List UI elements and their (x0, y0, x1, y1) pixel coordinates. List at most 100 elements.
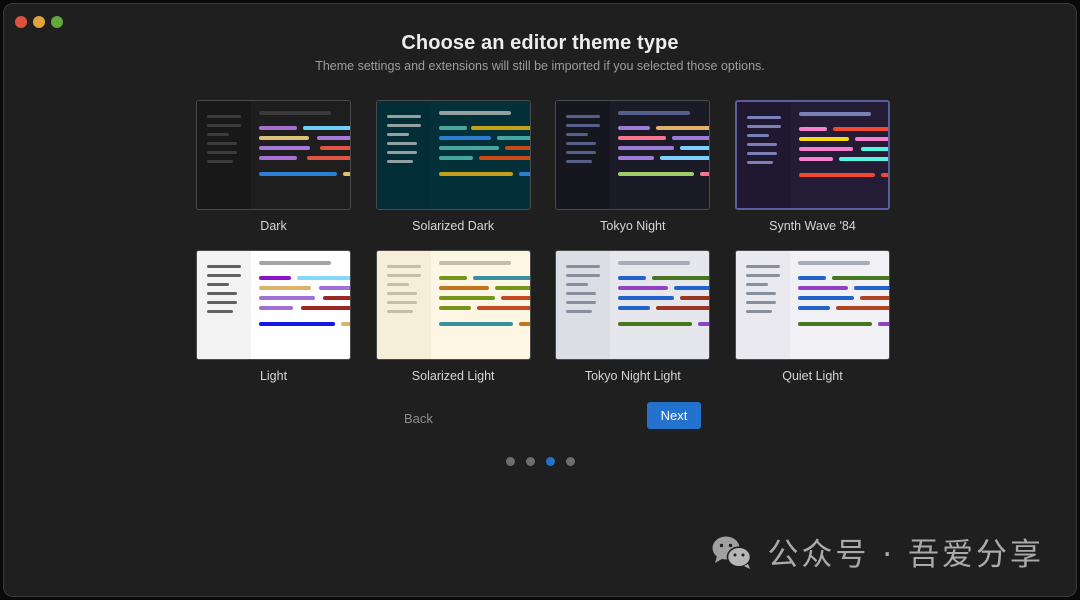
preview-tab-bar (798, 112, 871, 116)
theme-preview-selected[interactable] (734, 100, 890, 210)
preview-code-indent (471, 306, 477, 310)
preview-code-indent (309, 136, 317, 140)
preview-sidebar-line (566, 292, 597, 295)
preview-code-bar (618, 156, 655, 160)
preview-sidebar-line (207, 274, 241, 277)
preview-tab-bar (438, 261, 511, 265)
theme-option[interactable]: Synth Wave '84 (734, 100, 890, 250)
preview-sidebar-line (745, 274, 780, 277)
preview-code-row (438, 276, 530, 280)
preview-sidebar-line (207, 160, 233, 163)
preview-code-indent (310, 146, 320, 150)
theme-option[interactable]: Dark (196, 100, 351, 250)
preview-code-row (798, 127, 888, 131)
preview-code-bar (797, 276, 826, 280)
preview-sidebar-line (566, 283, 589, 286)
preview-code-bar (831, 276, 889, 280)
pagination-dot[interactable] (545, 457, 555, 466)
preview-code-bar (618, 296, 675, 300)
window-maximize-button[interactable] (51, 16, 63, 28)
theme-option[interactable]: Tokyo Night Light (555, 250, 711, 400)
theme-preview-thumbnail (556, 101, 710, 209)
preview-code-bar (835, 306, 889, 310)
preview-code-row (618, 156, 710, 160)
preview-sidebar-line (207, 133, 229, 136)
preview-code-indent (491, 136, 497, 140)
theme-preview-unselected[interactable] (196, 100, 351, 210)
preview-code-indent (495, 296, 501, 300)
theme-preview-thumbnail (556, 251, 710, 359)
preview-code-bar (438, 322, 513, 326)
theme-preview-unselected[interactable] (375, 100, 531, 210)
preview-sidebar-line (207, 292, 237, 295)
theme-option[interactable]: Solarized Dark (375, 100, 531, 250)
preview-sidebar-line (207, 124, 241, 127)
preview-code-indent (467, 276, 473, 280)
preview-sidebar-line (566, 274, 601, 277)
preview-code-bar (656, 306, 710, 310)
preview-sidebar-line (386, 265, 421, 268)
theme-preview-unselected[interactable] (196, 250, 351, 360)
theme-preview-unselected[interactable] (734, 250, 890, 360)
pagination-dot[interactable] (525, 457, 535, 466)
theme-preview-thumbnail (736, 102, 888, 208)
pagination-dots (4, 457, 1076, 466)
preview-code-row (438, 136, 530, 140)
preview-sidebar-line (746, 143, 777, 146)
preview-code-bar (518, 322, 530, 326)
theme-preview-unselected[interactable] (555, 250, 711, 360)
theme-option[interactable]: Tokyo Night (555, 100, 711, 250)
preview-code-row (618, 136, 710, 140)
preview-code-row (798, 157, 888, 161)
pagination-dot[interactable] (505, 457, 515, 466)
preview-code-row (798, 137, 888, 141)
theme-label: Tokyo Night Light (584, 369, 681, 383)
preview-code-bar (323, 296, 350, 300)
preview-code-bar (798, 127, 827, 131)
theme-preview-unselected[interactable] (375, 250, 531, 360)
preview-code-row (618, 322, 710, 326)
preview-sidebar-line (207, 115, 241, 118)
theme-option[interactable]: Quiet Light (734, 250, 890, 400)
theme-option[interactable]: Solarized Light (375, 250, 531, 400)
preview-sidebar-line (566, 160, 593, 163)
preview-sidebar-line (746, 134, 769, 137)
preview-sidebar-line (746, 116, 781, 119)
preview-code-bar (494, 286, 530, 290)
preview-code-indent (513, 322, 519, 326)
pagination-dot[interactable] (565, 457, 575, 466)
next-button[interactable]: Next (647, 402, 701, 429)
preview-tab-bar (438, 111, 511, 115)
preview-sidebar-line (386, 151, 417, 154)
preview-code-row (797, 286, 889, 290)
preview-code-bar (259, 172, 337, 176)
preview-sidebar-line (386, 124, 421, 127)
preview-code-bar (438, 276, 467, 280)
preview-sidebar (376, 101, 431, 209)
theme-preview-unselected[interactable] (555, 100, 711, 210)
window-minimize-button[interactable] (33, 16, 45, 28)
preview-code-bar (438, 306, 471, 310)
preview-code-bar (297, 276, 350, 280)
preview-code-bar (838, 157, 888, 161)
preview-code-bar (317, 136, 350, 140)
theme-option[interactable]: Light (196, 250, 351, 400)
preview-code-bar (301, 306, 350, 310)
preview-code-bar (438, 172, 513, 176)
page-title: Choose an editor theme type (401, 32, 679, 54)
theme-row: Light Solarized Light Tokyo Night Light Qui… (196, 250, 890, 400)
preview-code-row (797, 322, 889, 326)
back-button[interactable]: Back (398, 407, 439, 430)
theme-label: Tokyo Night (600, 219, 666, 233)
preview-code-bar (259, 126, 297, 130)
window-close-button[interactable] (15, 16, 27, 28)
preview-code-bar (438, 296, 495, 300)
theme-preview-thumbnail (376, 251, 530, 359)
preview-code-row (618, 126, 710, 130)
preview-code-row (618, 296, 710, 300)
theme-grid: Dark Solarized Dark Tokyo Night Synth Wave … (196, 100, 890, 400)
preview-code-bar (470, 126, 530, 130)
theme-preview-thumbnail (735, 251, 889, 359)
preview-sidebar-line (207, 301, 237, 304)
preview-sidebar-line (386, 292, 417, 295)
